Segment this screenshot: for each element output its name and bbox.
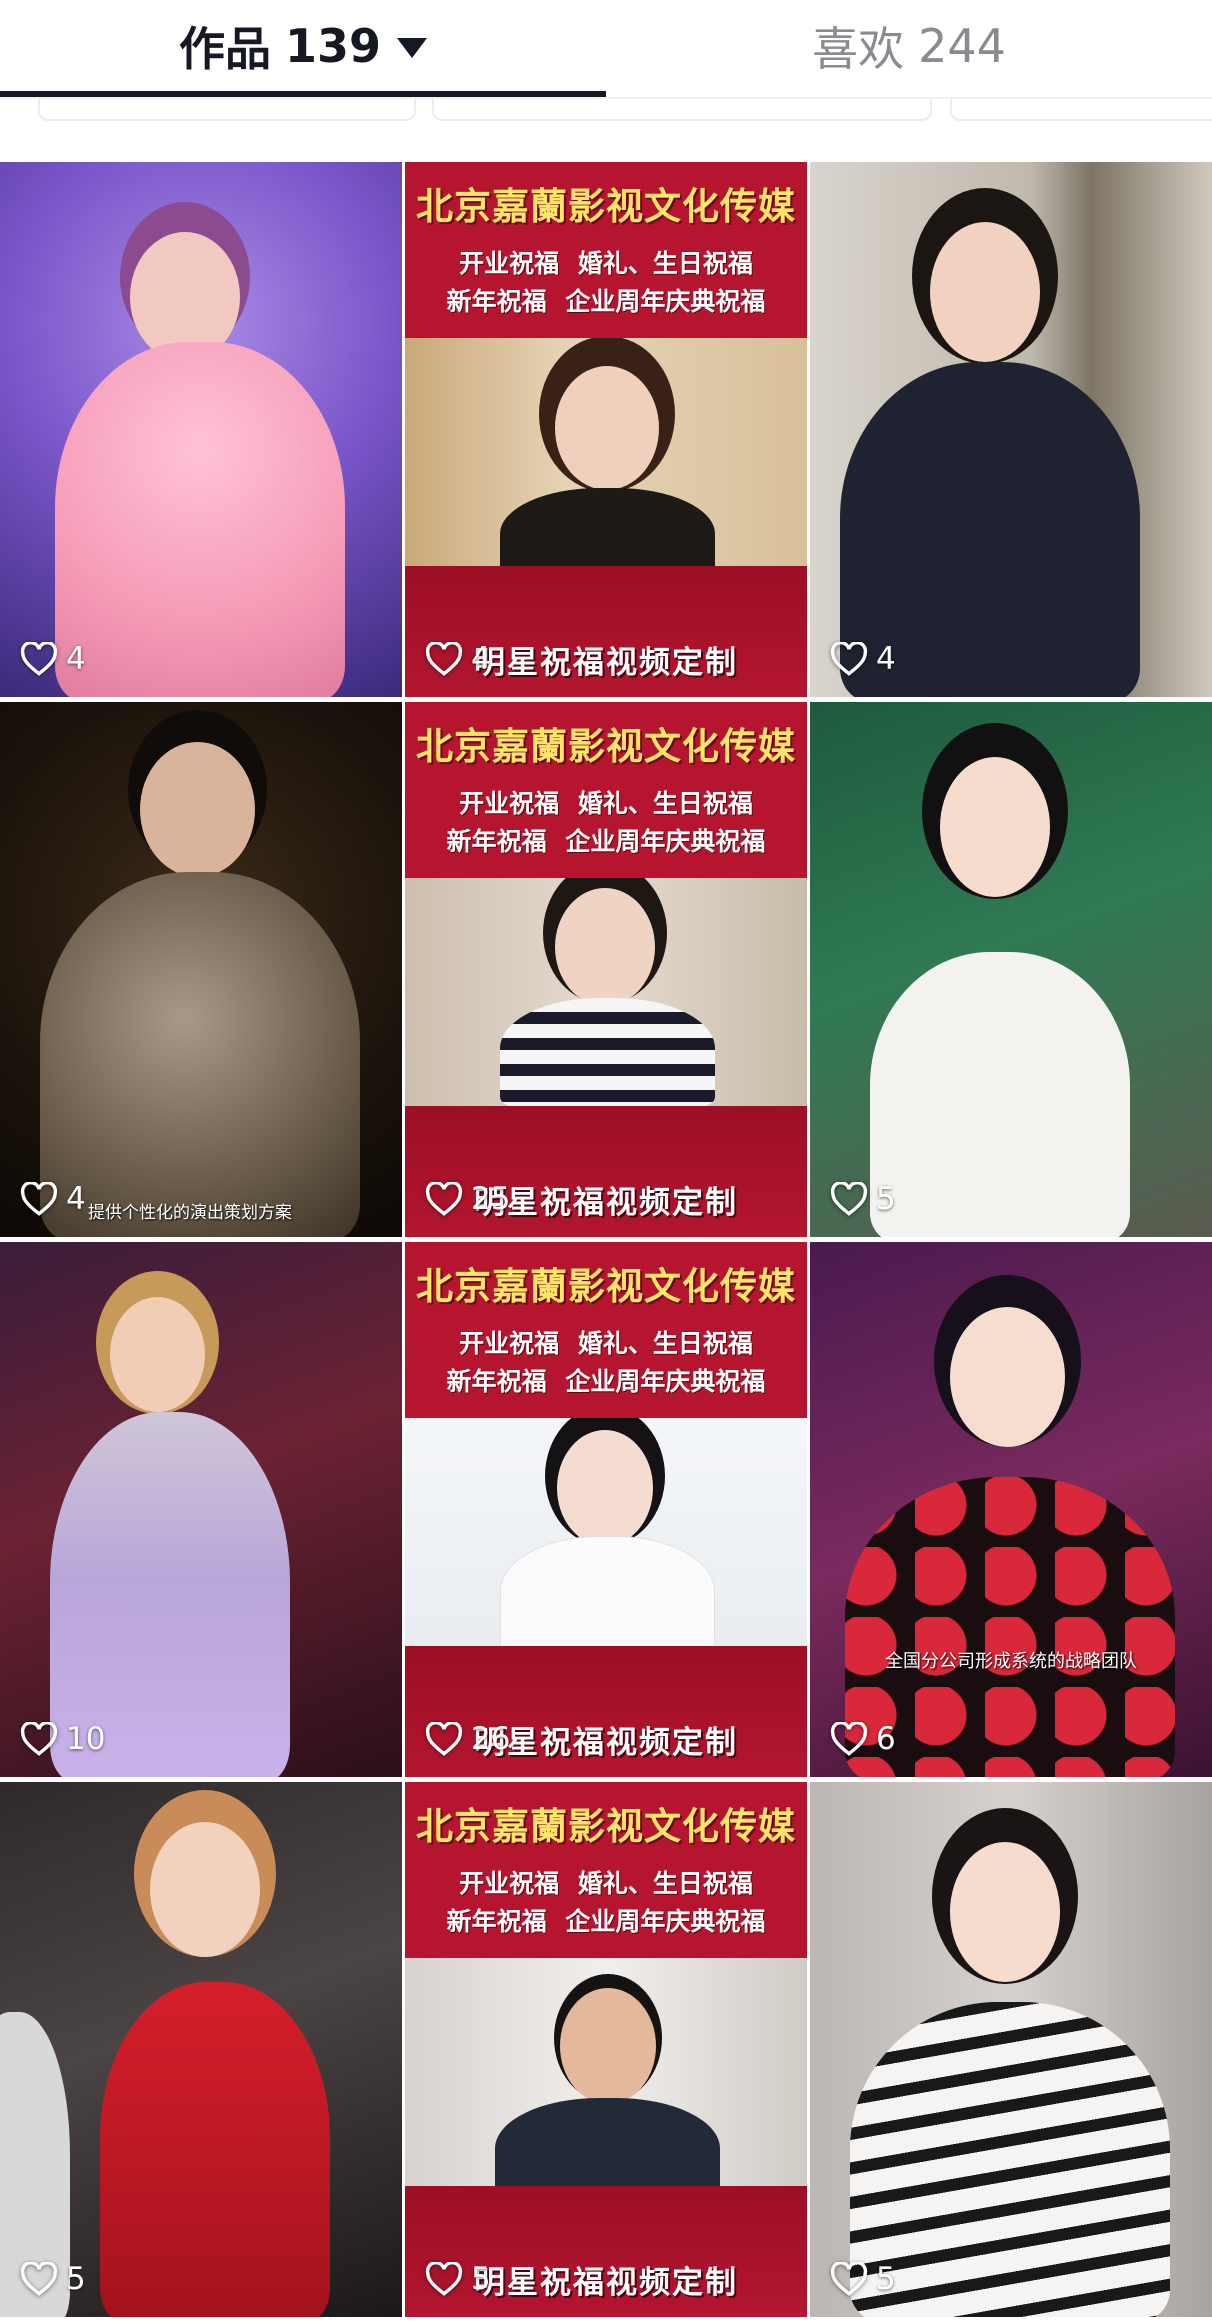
heart-outline-icon [830, 642, 868, 676]
promo-card: 北京嘉蘭影视文化传媒 开业祝福 婚礼、生日祝福 新年祝福 企业周年庆典祝福 明星… [405, 162, 807, 697]
tab-works[interactable]: 作品 139 [0, 0, 606, 92]
heart-outline-icon [20, 1722, 58, 1756]
video-thumbnail[interactable]: 全国分公司形成系统的战略团队 6 [810, 1242, 1212, 1777]
video-grid: 4 北京嘉蘭影视文化传媒 开业祝福 婚礼、生日祝福 新年祝福 企业周年庆典祝福 … [0, 162, 1212, 2324]
video-thumbnail[interactable]: 北京嘉蘭影视文化传媒 开业祝福 婚礼、生日祝福 新年祝福 企业周年庆典祝福 明星… [405, 1782, 807, 2317]
like-count-value: 5 [876, 2261, 896, 2297]
tab-likes-label: 喜欢 [812, 22, 905, 76]
video-thumbnail[interactable]: 5 [810, 1782, 1212, 2317]
like-count-value: 5 [66, 2261, 86, 2297]
promo-video-frame [405, 338, 807, 566]
like-count: 4 [425, 641, 491, 677]
promo-title: 北京嘉蘭影视文化传媒 [416, 1265, 796, 1308]
like-count: 10 [20, 1721, 105, 1757]
like-count: 5 [425, 2261, 491, 2297]
like-count-value: 4 [471, 641, 491, 677]
heart-outline-icon [830, 1722, 868, 1756]
heart-outline-icon [425, 1722, 463, 1756]
promo-card: 北京嘉蘭影视文化传媒 开业祝福 婚礼、生日祝福 新年祝福 企业周年庆典祝福 明星… [405, 1782, 807, 2317]
promo-line: 开业祝福 婚礼、生日祝福 [459, 1329, 753, 1358]
heart-outline-icon [20, 2262, 58, 2296]
like-count-value: 10 [66, 1721, 106, 1757]
collection-chip[interactable] [432, 99, 932, 121]
like-count: 5 [830, 2261, 896, 2297]
tab-likes[interactable]: 喜欢 244 [606, 0, 1212, 92]
thumbnail-image [0, 702, 402, 1237]
promo-card: 北京嘉蘭影视文化传媒 开业祝福 婚礼、生日祝福 新年祝福 企业周年庆典祝福 明星… [405, 702, 807, 1237]
like-count: 4 [20, 641, 86, 677]
heart-outline-icon [20, 642, 58, 676]
like-count: 6 [830, 1721, 896, 1757]
heart-outline-icon [425, 1182, 463, 1216]
collection-chip[interactable] [38, 99, 416, 121]
promo-line: 新年祝福 企业周年庆典祝福 [446, 827, 766, 856]
like-count-value: 26 [471, 1721, 511, 1757]
video-thumbnail[interactable]: 北京嘉蘭影视文化传媒 开业祝福 婚礼、生日祝福 新年祝福 企业周年庆典祝福 明星… [405, 162, 807, 697]
video-thumbnail[interactable]: 5 [0, 1782, 402, 2317]
like-count: 5 [830, 1181, 896, 1217]
like-count-value: 6 [876, 1721, 896, 1757]
promo-video-frame [405, 1958, 807, 2186]
promo-title: 北京嘉蘭影视文化传媒 [416, 185, 796, 228]
tab-likes-count: 244 [918, 19, 1006, 73]
like-count: 26 [425, 1721, 510, 1757]
collection-chip[interactable] [950, 99, 1212, 121]
video-thumbnail[interactable]: 提供个性化的演出策划方案 4 [0, 702, 402, 1237]
promo-video-frame [405, 1418, 807, 1646]
collection-chips [0, 99, 1212, 125]
heart-outline-icon [830, 2262, 868, 2296]
like-count: 4 [20, 1181, 86, 1217]
tab-works-count: 139 [284, 19, 382, 73]
promo-line: 开业祝福 婚礼、生日祝福 [459, 789, 753, 818]
video-subtitle: 全国分公司形成系统的战略团队 [885, 1651, 1137, 1672]
thumbnail-image [810, 162, 1212, 697]
video-thumbnail[interactable]: 4 [810, 162, 1212, 697]
heart-outline-icon [20, 1182, 58, 1216]
thumbnail-image [0, 1782, 402, 2317]
video-thumbnail[interactable]: 10 [0, 1242, 402, 1777]
caret-down-icon[interactable] [397, 38, 428, 58]
heart-outline-icon [425, 2262, 463, 2296]
thumbnail-image [810, 1242, 1212, 1777]
video-thumbnail[interactable]: 北京嘉蘭影视文化传媒 开业祝福 婚礼、生日祝福 新年祝福 企业周年庆典祝福 明星… [405, 702, 807, 1237]
tab-works-label: 作品 [178, 22, 271, 76]
promo-line: 新年祝福 企业周年庆典祝福 [446, 287, 766, 316]
video-subtitle: 提供个性化的演出策划方案 [88, 1203, 292, 1223]
promo-title: 北京嘉蘭影视文化传媒 [416, 1805, 796, 1848]
promo-video-frame [405, 878, 807, 1106]
video-thumbnail[interactable]: 北京嘉蘭影视文化传媒 开业祝福 婚礼、生日祝福 新年祝福 企业周年庆典祝福 明星… [405, 1242, 807, 1777]
promo-card: 北京嘉蘭影视文化传媒 开业祝福 婚礼、生日祝福 新年祝福 企业周年庆典祝福 明星… [405, 1242, 807, 1777]
like-count: 25 [425, 1181, 510, 1217]
promo-line: 开业祝福 婚礼、生日祝福 [459, 1869, 753, 1898]
heart-outline-icon [425, 642, 463, 676]
video-thumbnail[interactable]: 4 [0, 162, 402, 697]
thumbnail-image [810, 1782, 1212, 2317]
like-count-value: 5 [876, 1181, 896, 1217]
thumbnail-image [810, 702, 1212, 1237]
like-count-value: 25 [471, 1181, 511, 1217]
promo-line: 开业祝福 婚礼、生日祝福 [459, 249, 753, 278]
like-count-value: 4 [66, 1181, 86, 1217]
like-count: 4 [830, 641, 896, 677]
promo-line: 新年祝福 企业周年庆典祝福 [446, 1907, 766, 1936]
heart-outline-icon [830, 1182, 868, 1216]
like-count-value: 5 [471, 2261, 491, 2297]
like-count: 5 [20, 2261, 86, 2297]
promo-line: 新年祝福 企业周年庆典祝福 [446, 1367, 766, 1396]
profile-tab-bar: 作品 139 喜欢 244 [0, 0, 1212, 100]
video-thumbnail[interactable]: 5 [810, 702, 1212, 1237]
promo-title: 北京嘉蘭影视文化传媒 [416, 725, 796, 768]
like-count-value: 4 [876, 641, 896, 677]
thumbnail-image [0, 162, 402, 697]
thumbnail-image [0, 1242, 402, 1777]
like-count-value: 4 [66, 641, 86, 677]
